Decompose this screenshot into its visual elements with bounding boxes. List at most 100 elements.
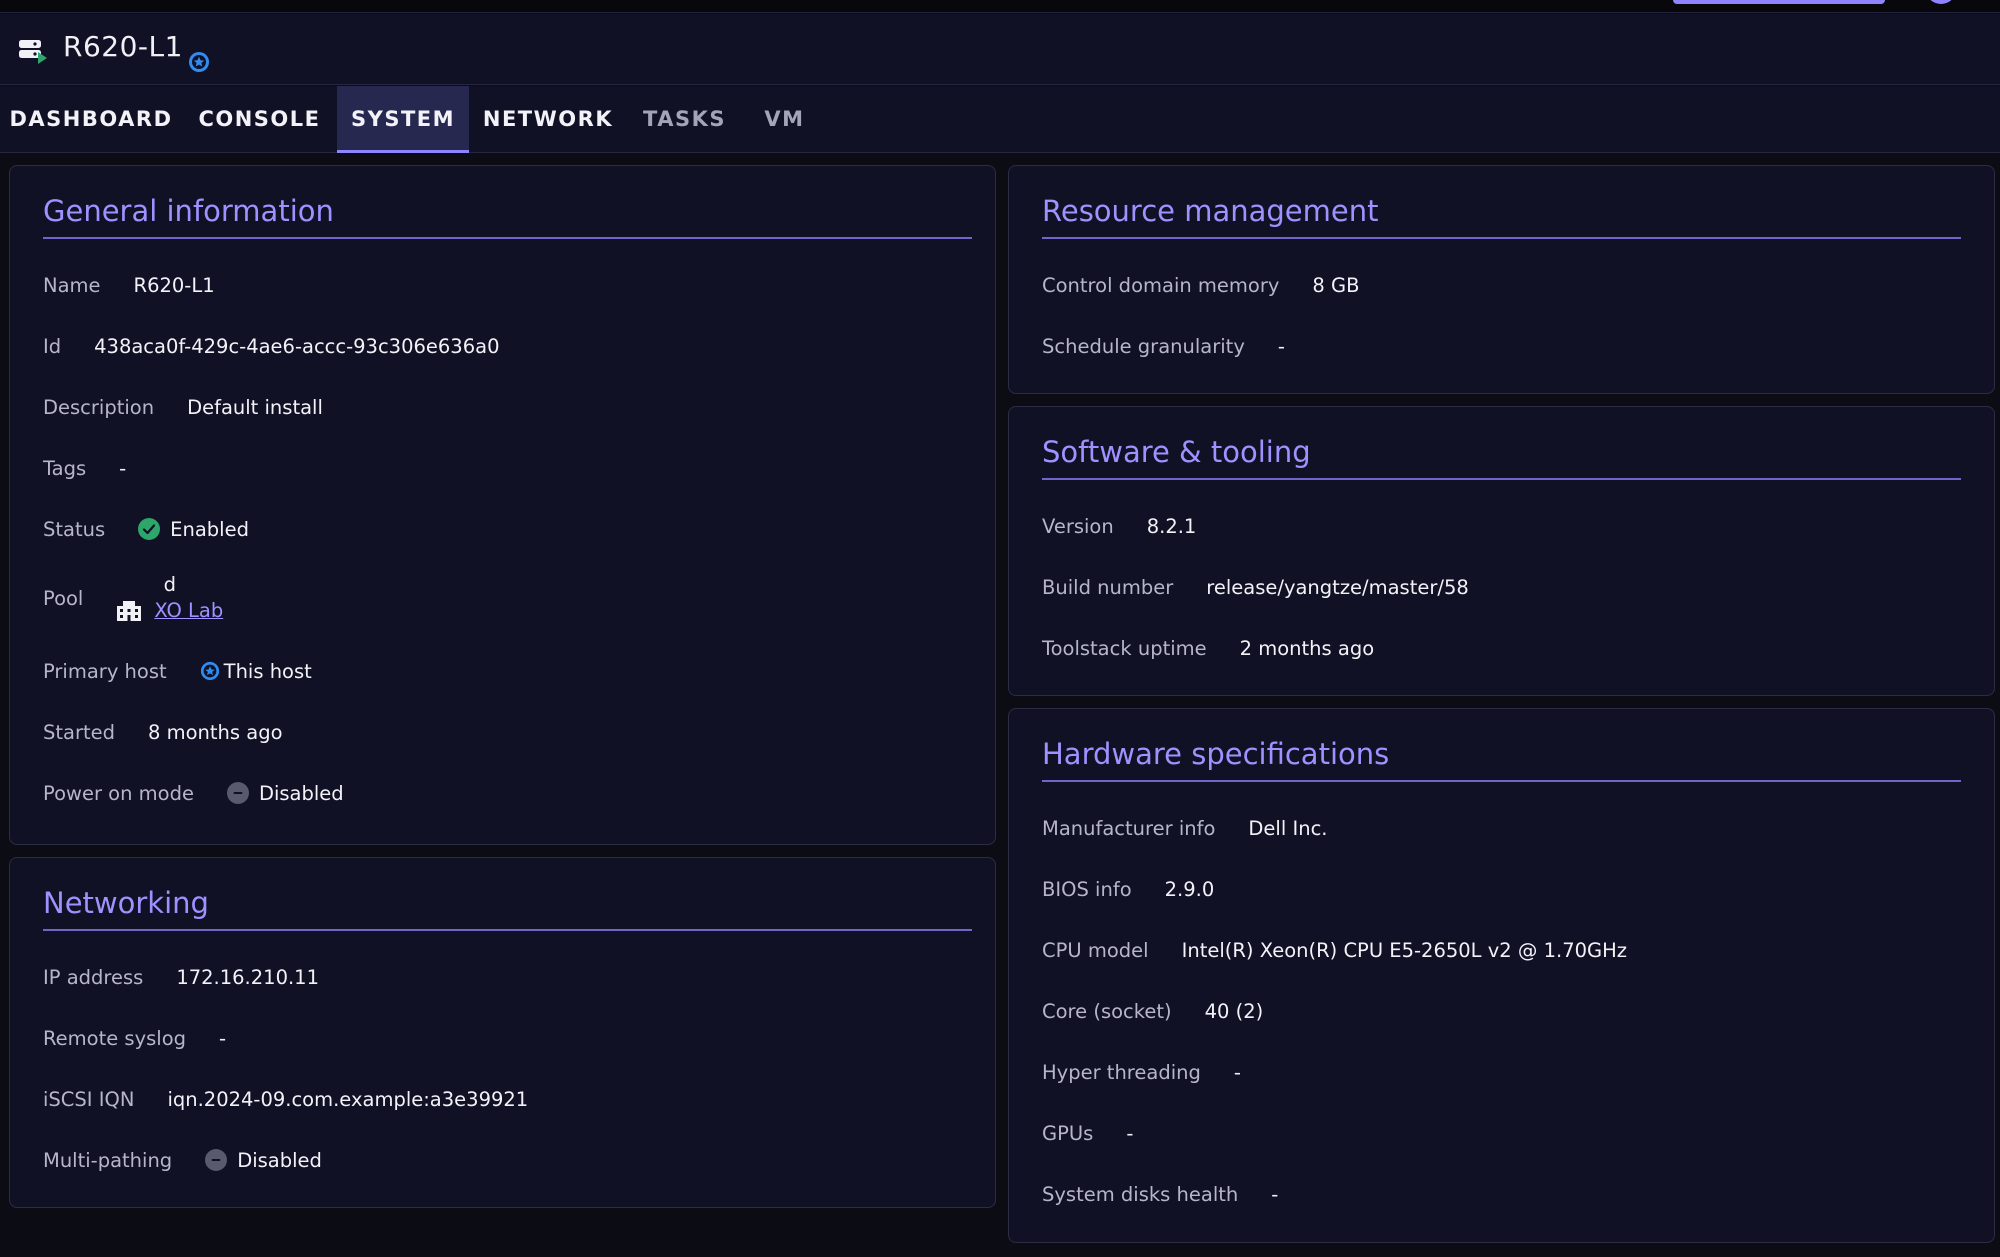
ip-address-label: IP address [43,965,144,989]
tags-label: Tags [43,456,87,480]
manufacturer-info-label: Manufacturer info [1042,816,1216,840]
cpu-model-label: CPU model [1042,938,1149,962]
control-domain-memory-value: 8 GB [1312,273,1360,297]
system-disks-health-row: System disks health - [1042,1179,1278,1209]
cpu-model-value: Intel(R) Xeon(R) CPU E5-2650L v2 @ 1.70G… [1181,938,1628,962]
power-on-mode-value: Disabled [258,781,344,805]
tab-console[interactable]: CONSOLE [182,86,337,153]
build-number-row: Build number release/yangtze/master/58 [1042,572,1469,602]
section-divider [43,237,972,239]
pool-prefix: d [163,573,176,596]
building-icon [117,601,142,621]
id-value: 438aca0f-429c-4ae6-accc-93c306e636a0 [94,334,500,358]
schedule-granularity-value: - [1277,334,1285,358]
top-action-button[interactable] [1673,0,1885,4]
system-disks-health-label: System disks health [1042,1182,1239,1206]
iscsi-iqn-row: iSCSI IQN iqn.2024-09.com.example:a3e399… [43,1084,528,1114]
version-value: 8.2.1 [1146,514,1197,538]
started-row: Started 8 months ago [43,717,283,747]
hardware-specifications-title: Hardware specifications [1042,737,1390,771]
multi-pathing-value: Disabled [237,1148,322,1172]
pool-label: Pool [43,586,84,610]
section-divider [1042,780,1961,782]
version-label: Version [1042,514,1114,538]
remote-syslog-value: - [219,1026,227,1050]
networking-card: Networking IP address 172.16.210.11 Remo… [9,857,996,1208]
check-circle-icon [138,518,161,540]
cpu-model-row: CPU model Intel(R) Xeon(R) CPU E5-2650L … [1042,935,1627,965]
primary-host-value: This host [223,659,312,683]
host-header: R620-L1 [0,14,2000,85]
top-app-bar [0,0,2000,13]
toolstack-uptime-value: 2 months ago [1239,636,1375,660]
multi-pathing-label: Multi-pathing [43,1148,173,1172]
hyper-threading-label: Hyper threading [1042,1060,1201,1084]
general-information-title: General information [43,194,334,228]
id-label: Id [43,334,62,358]
host-name: R620-L1 [63,30,183,63]
primary-host-label: Primary host [43,659,167,683]
multi-pathing-row: Multi-pathing Disabled [43,1145,322,1175]
core-socket-value: 40 (2) [1204,999,1264,1023]
software-tooling-card: Software & tooling Version 8.2.1 Build n… [1008,406,1995,696]
build-number-value: release/yangtze/master/58 [1206,575,1469,599]
ip-address-value: 172.16.210.11 [176,965,319,989]
system-disks-health-value: - [1271,1182,1279,1206]
server-icon [19,40,47,64]
host-tabs: DASHBOARD CONSOLE SYSTEM NETWORK TASKS V… [0,86,2000,153]
manufacturer-info-value: Dell Inc. [1248,816,1328,840]
status-row: Status Enabled [43,514,249,544]
ip-address-row: IP address 172.16.210.11 [43,962,319,992]
name-row: Name R620-L1 [43,270,215,300]
name-label: Name [43,273,101,297]
core-socket-label: Core (socket) [1042,999,1172,1023]
star-badge-icon [200,661,219,681]
control-domain-memory-label: Control domain memory [1042,273,1280,297]
bios-info-label: BIOS info [1042,877,1132,901]
general-information-card: General information Name R620-L1 Id 438a… [9,165,996,845]
tab-network[interactable]: NETWORK [469,86,627,153]
pool-row: Pool d XO Lab [43,570,223,626]
power-on-mode-label: Power on mode [43,781,194,805]
started-value: 8 months ago [148,720,283,744]
tab-system[interactable]: SYSTEM [337,86,469,153]
resource-management-title: Resource management [1042,194,1379,228]
toolstack-uptime-label: Toolstack uptime [1042,636,1207,660]
tab-tasks[interactable]: TASKS [627,86,742,153]
core-socket-row: Core (socket) 40 (2) [1042,996,1263,1026]
tags-value: - [119,456,127,480]
hyper-threading-value: - [1233,1060,1241,1084]
started-label: Started [43,720,116,744]
primary-host-row: Primary host This host [43,656,312,686]
version-row: Version 8.2.1 [1042,511,1196,541]
tab-dashboard[interactable]: DASHBOARD [0,86,182,153]
user-avatar[interactable] [1926,0,1956,4]
name-value: R620-L1 [133,273,215,297]
tab-vm[interactable]: VM [742,86,827,153]
hyper-threading-row: Hyper threading - [1042,1057,1241,1087]
hardware-specifications-card: Hardware specifications Manufacturer inf… [1008,708,1995,1243]
power-on-mode-row: Power on mode Disabled [43,778,344,808]
schedule-granularity-label: Schedule granularity [1042,334,1245,358]
status-label: Status [43,517,106,541]
pool-link[interactable]: XO Lab [154,598,223,624]
gpus-value: - [1126,1121,1134,1145]
id-row: Id 438aca0f-429c-4ae6-accc-93c306e636a0 [43,331,499,361]
iscsi-iqn-value: iqn.2024-09.com.example:a3e39921 [167,1087,529,1111]
description-row: Description Default install [43,392,323,422]
remote-syslog-label: Remote syslog [43,1026,187,1050]
section-divider [1042,478,1961,480]
status-value: Enabled [170,517,249,541]
build-number-label: Build number [1042,575,1174,599]
section-divider [1042,237,1961,239]
resource-management-card: Resource management Control domain memor… [1008,165,1995,394]
gpus-row: GPUs - [1042,1118,1133,1148]
minus-circle-icon [205,1149,228,1171]
manufacturer-info-row: Manufacturer info Dell Inc. [1042,813,1327,843]
schedule-granularity-row: Schedule granularity - [1042,331,1285,361]
description-label: Description [43,395,155,419]
iscsi-iqn-label: iSCSI IQN [43,1087,135,1111]
gpus-label: GPUs [1042,1121,1094,1145]
bios-info-row: BIOS info 2.9.0 [1042,874,1214,904]
remote-syslog-row: Remote syslog - [43,1023,226,1053]
